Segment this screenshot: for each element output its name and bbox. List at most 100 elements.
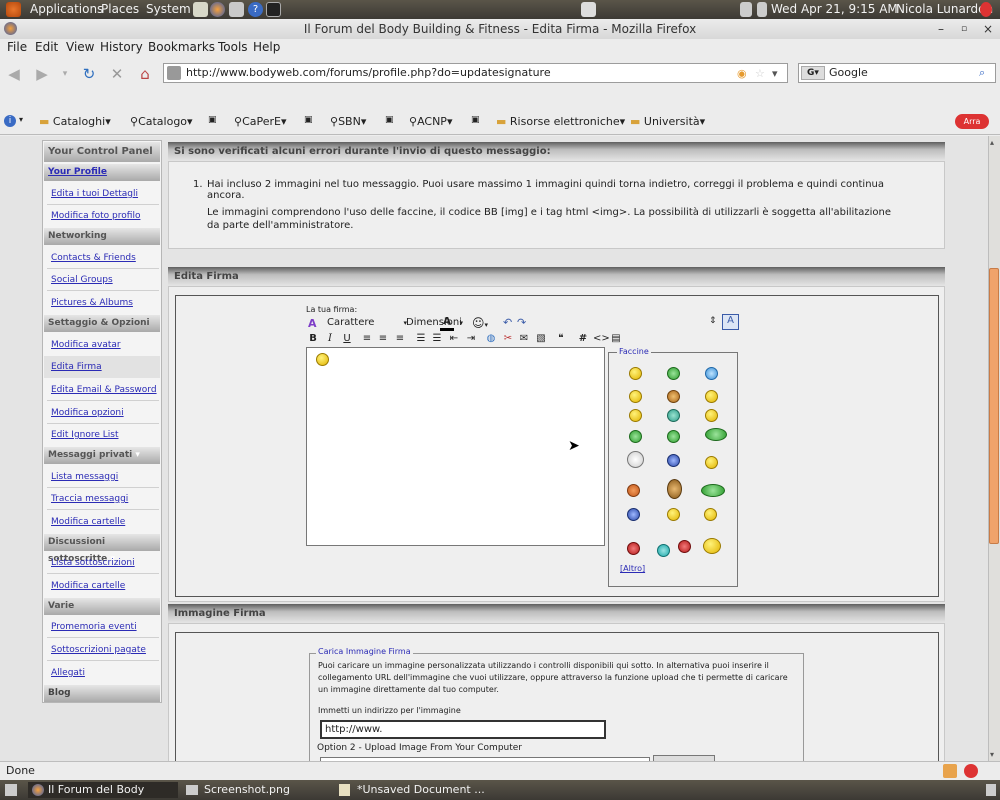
search-engine-google-icon[interactable]: G▾ bbox=[801, 66, 825, 80]
insert-link-icon[interactable]: ◍ bbox=[485, 333, 497, 345]
more-smilies-link[interactable]: [Altro] bbox=[620, 564, 645, 573]
bold-icon[interactable]: B bbox=[307, 333, 319, 345]
menu-bookmarks[interactable]: Bookmarks bbox=[148, 40, 215, 54]
minimize-button[interactable]: – bbox=[938, 19, 944, 39]
signature-editor[interactable] bbox=[306, 347, 605, 546]
trash-icon[interactable] bbox=[986, 784, 996, 796]
smilie-dance-icon[interactable] bbox=[629, 409, 642, 422]
addon-logo-icon[interactable]: Arra bbox=[955, 114, 989, 129]
add-icon[interactable]: ▣ bbox=[304, 115, 313, 125]
home-button[interactable]: ⌂ bbox=[136, 65, 154, 83]
menu-help[interactable]: Help bbox=[253, 40, 280, 54]
menu-view[interactable]: View bbox=[66, 40, 94, 54]
smilie-boxer-icon[interactable] bbox=[627, 484, 640, 497]
link-edita-email[interactable]: Edita Email & Password bbox=[51, 385, 157, 395]
insert-image-icon[interactable]: ▧ bbox=[535, 333, 547, 345]
back-button[interactable]: ◀ bbox=[5, 65, 23, 83]
link-lista-messaggi[interactable]: Lista messaggi bbox=[51, 472, 118, 482]
smilies-menu-icon[interactable]: ☺▾ bbox=[472, 316, 488, 330]
remove-format-icon[interactable]: A bbox=[308, 317, 320, 330]
menu-tools[interactable]: Tools bbox=[218, 40, 248, 54]
align-left-icon[interactable]: ≡ bbox=[361, 333, 373, 345]
stop-button[interactable]: ✕ bbox=[108, 65, 126, 83]
align-right-icon[interactable]: ≡ bbox=[394, 333, 406, 345]
switch-editor-mode-icon[interactable]: A bbox=[722, 314, 739, 330]
smilie-laugh-icon[interactable] bbox=[705, 390, 718, 403]
quote-icon[interactable]: ❝ bbox=[555, 333, 567, 345]
unordered-list-icon[interactable]: ☰ bbox=[431, 333, 443, 345]
smilie-confused-icon[interactable] bbox=[629, 390, 642, 403]
smilie-music-icon[interactable] bbox=[629, 430, 642, 443]
applications-menu[interactable]: Applications bbox=[30, 2, 103, 16]
php-icon[interactable]: ▤ bbox=[610, 333, 622, 345]
url-bar[interactable]: http://www.bodyweb.com/forums/profile.ph… bbox=[163, 63, 788, 83]
search-magnifier-icon[interactable]: ⌕ bbox=[979, 64, 985, 82]
close-window-button[interactable]: × bbox=[983, 19, 993, 39]
link-edita-dettagli[interactable]: Edita i tuoi Dettagli bbox=[51, 189, 138, 199]
places-menu[interactable]: Places bbox=[101, 2, 139, 16]
italic-icon[interactable]: I bbox=[324, 333, 336, 345]
bookmark-folder-risorse[interactable]: ▬ Risorse elettroniche▾ bbox=[496, 115, 625, 128]
menu-history[interactable]: History bbox=[100, 40, 143, 54]
smilie-shy-icon[interactable] bbox=[703, 538, 721, 554]
undo-icon[interactable]: ↶ bbox=[503, 316, 512, 329]
menu-file[interactable]: File bbox=[7, 40, 27, 54]
task-screenshot[interactable]: Screenshot.png bbox=[184, 782, 332, 798]
smilie-grin-icon[interactable] bbox=[667, 367, 680, 380]
scroll-up-icon[interactable]: ▴ bbox=[990, 138, 994, 147]
smilie-muscle-icon[interactable] bbox=[667, 430, 680, 443]
text-color-icon[interactable]: A bbox=[440, 316, 454, 331]
smilie-smile-icon[interactable] bbox=[629, 367, 642, 380]
link-social-groups[interactable]: Social Groups bbox=[51, 275, 113, 285]
html-icon[interactable]: <> bbox=[593, 333, 610, 345]
indent-icon[interactable]: ⇥ bbox=[465, 333, 477, 345]
smilie-pirate-icon[interactable] bbox=[667, 479, 682, 499]
terminal-launcher-icon[interactable] bbox=[266, 2, 281, 17]
smilie-punch-icon[interactable] bbox=[667, 454, 680, 467]
smilie-biggrin-icon[interactable] bbox=[705, 409, 718, 422]
task-unsaved-document[interactable]: *Unsaved Document ... bbox=[337, 782, 487, 798]
bookmark-folder-cataloghi[interactable]: ▬ Cataloghi▾ bbox=[39, 115, 111, 128]
bookmark-catalogo[interactable]: ⚲Catalogo▾ bbox=[130, 115, 193, 128]
show-desktop-icon[interactable] bbox=[5, 784, 17, 796]
maximize-button[interactable]: ▫ bbox=[961, 19, 967, 39]
section-blog[interactable]: Blog bbox=[44, 685, 160, 702]
user-menu[interactable]: Nicola Lunardon bbox=[896, 2, 993, 16]
task-firefox[interactable]: Il Forum del Body Buil... bbox=[28, 782, 178, 800]
window-titlebar[interactable]: Il Forum del Body Building & Fitness - E… bbox=[0, 19, 1000, 39]
link-modifica-avatar[interactable]: Modifica avatar bbox=[51, 340, 121, 350]
section-discussioni[interactable]: Discussioni sottoscritte ▾ bbox=[44, 534, 160, 564]
addon-status-icon-2[interactable] bbox=[964, 764, 978, 778]
smilie-key-icon[interactable] bbox=[704, 508, 717, 521]
underline-icon[interactable]: U bbox=[341, 333, 353, 345]
resize-editor-icon[interactable]: ⇕ bbox=[709, 316, 717, 326]
link-modifica-foto[interactable]: Modifica foto profilo bbox=[51, 211, 140, 221]
firefox-launcher-icon[interactable] bbox=[210, 2, 225, 17]
link-sottoscrizioni-pagate[interactable]: Sottoscrizioni pagate bbox=[51, 645, 146, 655]
link-traccia-messaggi[interactable]: Traccia messaggi bbox=[51, 494, 128, 504]
mail-launcher-icon[interactable] bbox=[229, 2, 244, 17]
volume-icon[interactable] bbox=[757, 2, 767, 17]
smilie-question-icon[interactable] bbox=[667, 390, 680, 403]
section-messaggi-privati[interactable]: Messaggi privati ▾ bbox=[44, 447, 160, 464]
link-allegati[interactable]: Allegati bbox=[51, 668, 85, 678]
search-input[interactable]: G▾ Google ⌕ bbox=[798, 63, 996, 83]
remove-link-icon[interactable]: ✂ bbox=[502, 333, 514, 345]
smilie-lifting-icon[interactable] bbox=[701, 484, 725, 497]
network-icon[interactable] bbox=[740, 2, 752, 17]
smilie-bomb-icon[interactable] bbox=[678, 540, 691, 553]
info-icon[interactable]: i bbox=[4, 115, 16, 127]
smilie-cool-icon[interactable] bbox=[657, 544, 670, 557]
smilie-search-icon[interactable] bbox=[667, 508, 680, 521]
smilie-eek-icon[interactable] bbox=[667, 409, 680, 422]
link-promemoria[interactable]: Promemoria eventi bbox=[51, 622, 137, 632]
smilie-ghost-icon[interactable] bbox=[627, 451, 644, 468]
collapse-icon[interactable]: ▾ bbox=[135, 450, 140, 460]
add-icon[interactable]: ▣ bbox=[471, 115, 480, 125]
addon-status-icon[interactable] bbox=[943, 764, 957, 778]
forward-button[interactable]: ▶ bbox=[33, 65, 51, 83]
smilie-angry-icon[interactable] bbox=[627, 542, 640, 555]
insert-email-icon[interactable]: ✉ bbox=[518, 333, 530, 345]
bookmark-folder-universita[interactable]: ▬ Università▾ bbox=[630, 115, 705, 128]
smilie-wink-icon[interactable] bbox=[705, 367, 718, 380]
